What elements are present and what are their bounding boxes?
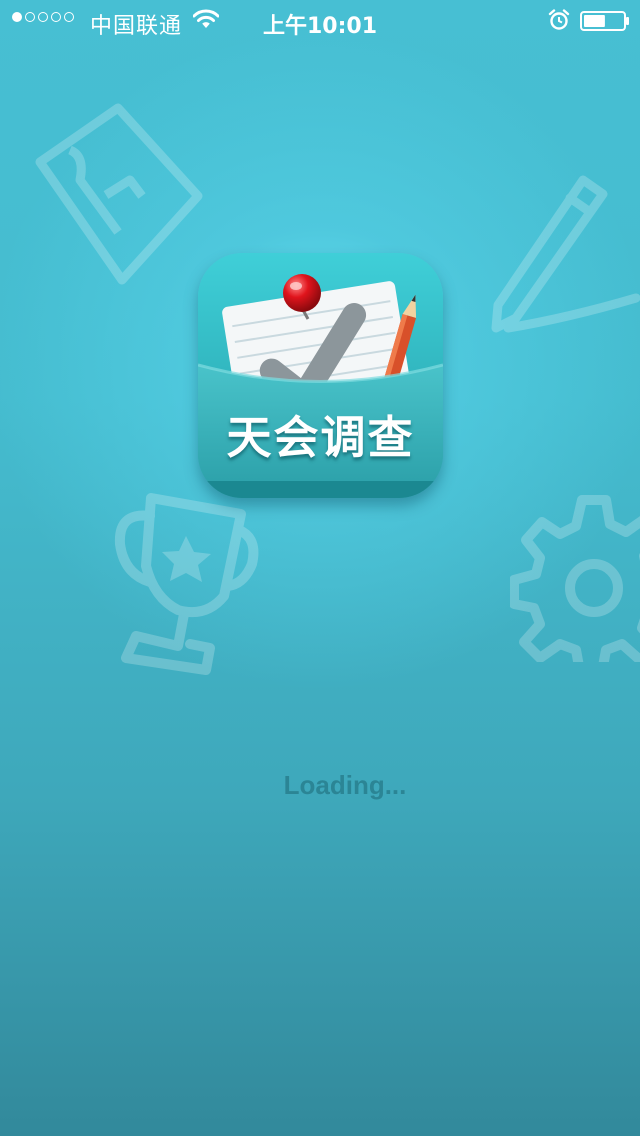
- splash-screen: { "status_bar": { "carrier": "中国联通", "ti…: [0, 0, 640, 1136]
- gear-icon: [510, 495, 640, 662]
- app-logo-icon: 天会调查: [198, 253, 443, 498]
- trophy-icon: [114, 493, 259, 675]
- pencil-icon: [491, 175, 640, 333]
- battery-icon: [580, 11, 629, 31]
- app-name: 天会调查: [226, 411, 415, 464]
- status-time: 上午10:01: [262, 14, 378, 39]
- alarm-icon: [548, 9, 570, 30]
- loading-text: Loading...: [283, 770, 407, 800]
- status-bar: 中国联通 上午10:01: [0, 0, 640, 40]
- clipboard-icon: [35, 103, 203, 285]
